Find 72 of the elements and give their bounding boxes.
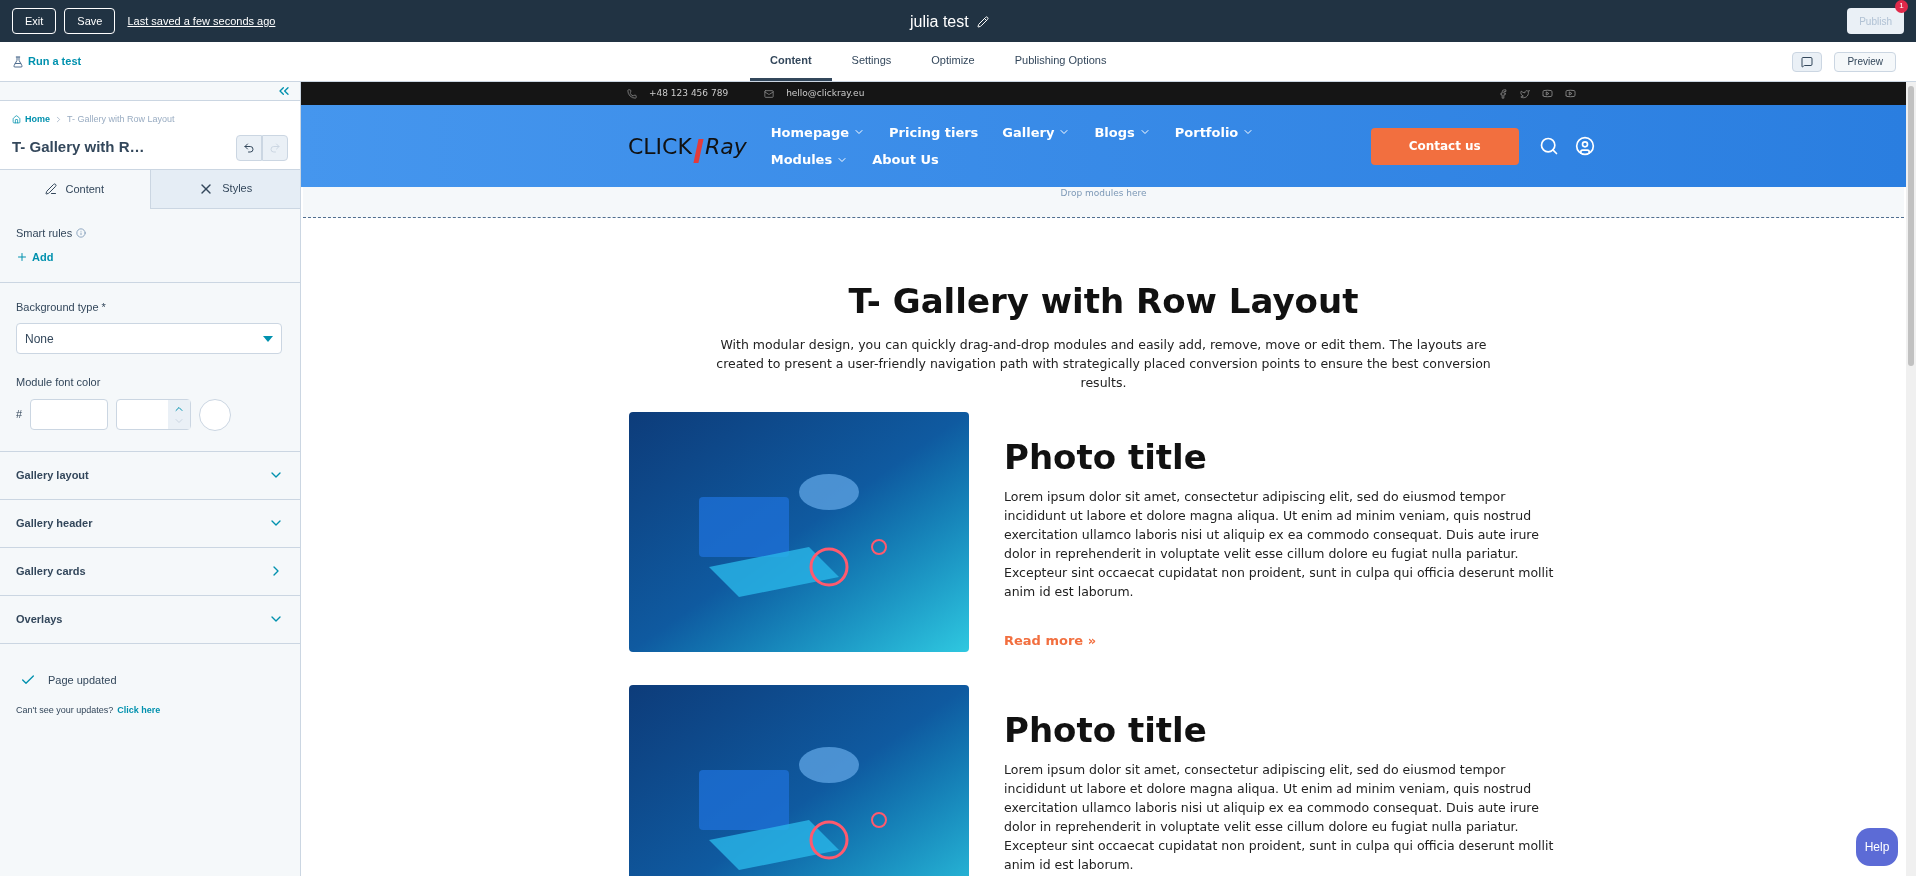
youtube-icon[interactable] — [1542, 88, 1553, 99]
breadcrumb-current: T- Gallery with Row Layout — [67, 113, 175, 126]
gallery-heading: T- Gallery with Row Layout — [847, 280, 1360, 323]
field-label: Background type * — [16, 299, 107, 315]
email-address: hello@clickray.eu — [786, 86, 865, 100]
flask-icon — [12, 55, 24, 68]
help-button[interactable]: Help — [1856, 828, 1898, 866]
toolbar-button[interactable]: Exit — [12, 8, 57, 34]
field-label: Module font color — [16, 375, 102, 390]
panel-tab[interactable]: Styles — [149, 169, 300, 209]
editor-tab[interactable]: Publishing Options — [994, 42, 1127, 81]
contact-button[interactable]: Contact us — [1370, 127, 1519, 165]
notification-badge: 1 — [1895, 0, 1908, 13]
hint-text: Can't see your updates? — [16, 704, 114, 717]
toolbar-button[interactable]: Save — [64, 8, 116, 34]
status-text: Page updated — [48, 672, 117, 688]
facebook-icon[interactable] — [1498, 88, 1508, 99]
nav-link[interactable]: Modules — [770, 150, 849, 170]
last-saved-link[interactable]: Last saved a few seconds ago — [127, 12, 276, 30]
accordion-section[interactable]: Gallery header — [0, 499, 300, 548]
accordion-section[interactable]: Gallery cards — [0, 547, 300, 596]
color-swatch[interactable] — [199, 398, 232, 431]
module-title: T- Gallery with R… — [12, 137, 145, 158]
page-title: julia test — [910, 12, 969, 32]
edit-icon[interactable] — [976, 16, 989, 28]
drop-zone-text: Drop modules here — [1060, 187, 1147, 200]
search-icon[interactable] — [1538, 136, 1559, 156]
clickray-logo[interactable]: CLICK Ray — [628, 129, 747, 163]
home-icon — [12, 115, 21, 125]
mail-icon — [764, 88, 775, 99]
scrollbar[interactable] — [1906, 82, 1916, 876]
nav-link[interactable]: Portfolio — [1174, 122, 1255, 142]
undo-button[interactable] — [236, 134, 262, 161]
caret-icon — [263, 335, 273, 342]
opacity-spinner-field[interactable] — [116, 399, 192, 430]
accordion-section[interactable]: Gallery layout — [0, 451, 300, 500]
chevron-icon — [54, 115, 63, 125]
info-icon — [76, 227, 87, 238]
read-more-link[interactable]: Read more » — [1004, 631, 1569, 651]
nav-link[interactable]: Blogs — [1094, 122, 1151, 142]
undo-icon — [243, 141, 255, 154]
preview-button[interactable]: Preview — [1834, 51, 1896, 72]
background-type-dropdown[interactable]: None — [16, 323, 282, 354]
photo-description: Lorem ipsum dolor sit amet, consectetur adipiscing elit, sed do eiusmod tempor incididunt ut labore et dolore magna aliqua. Ut enim ad minim veniam, quis nostrud exercitation ullamco laboris nisi ut aliquip ex ea commodo consequat. Duis aute irure dolor in reprehenderit in voluptate velit esse cillum dolore eu fugiat nulla pariatur. Excepteur sint occaecat cupidatat non proident, sunt in culpa qui officia deserunt mollit anim id est laborum. — [1004, 761, 1555, 874]
phone-icon — [627, 88, 637, 99]
plus-icon — [16, 251, 28, 264]
nav-link[interactable]: Pricing tiers — [889, 122, 979, 142]
intro-text: With modular design, you can quickly drag-and-drop modules and easily add, remove, move or edit them. The layouts are created to present a user-friendly navigation path with strategically placed conversion points to ensure the best conversion results. — [715, 336, 1492, 392]
breadcrumb-link[interactable]: Home — [25, 113, 50, 127]
click-here-link[interactable]: Click here — [117, 704, 161, 718]
add-link[interactable]: Add — [16, 249, 284, 266]
comment-button[interactable] — [1792, 51, 1823, 72]
accordion-section[interactable]: Overlays — [0, 595, 300, 644]
nav-link[interactable]: Homepage — [770, 122, 866, 142]
photo-title: Photo title — [1004, 436, 1208, 479]
twitter-icon[interactable] — [1520, 88, 1530, 99]
editor-tab[interactable]: Optimize — [911, 42, 995, 81]
user-icon[interactable] — [1574, 136, 1595, 156]
hash-label: # — [16, 407, 23, 423]
photo-title: Photo title — [1004, 709, 1208, 752]
youtube-icon[interactable] — [1565, 88, 1576, 99]
editor-tab[interactable]: Settings — [831, 42, 912, 81]
phone-number: +48 123 456 789 — [649, 86, 729, 100]
hex-input-field[interactable] — [30, 399, 109, 430]
photo-description: Lorem ipsum dolor sit amet, consectetur adipiscing elit, sed do eiusmod tempor incididunt ut labore et dolore magna aliqua. Ut enim ad minim veniam, quis nostrud exercitation ullamco laboris nisi ut aliquip ex ea commodo consequat. Duis aute irure dolor in reprehenderit in voluptate velit esse cillum dolore eu fugiat nulla pariatur. Excepteur sint occaecat cupidatat non proident, sunt in culpa qui officia deserunt mollit anim id est laborum. — [1004, 488, 1555, 601]
nav-link[interactable]: Gallery — [1002, 122, 1071, 142]
field-label: Smart rules — [16, 225, 73, 241]
pencil-icon — [45, 183, 58, 195]
redo-icon — [269, 141, 281, 154]
run-test-link[interactable]: Run a test — [28, 53, 82, 70]
nav-link[interactable]: About Us — [872, 150, 939, 170]
comment-icon — [1801, 55, 1814, 68]
